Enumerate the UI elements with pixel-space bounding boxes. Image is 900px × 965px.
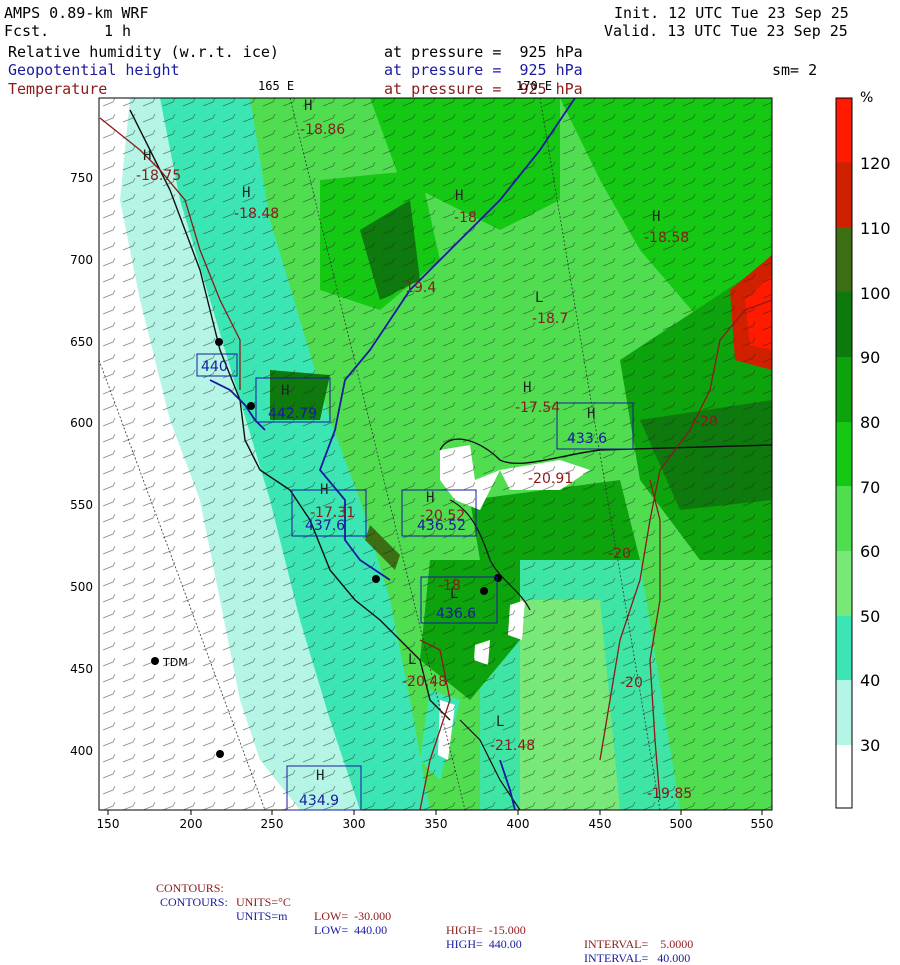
svg-text:L: L bbox=[535, 290, 543, 306]
x-tick-label: 550 bbox=[751, 817, 774, 831]
colorbar-swatch bbox=[836, 162, 852, 227]
footer-temp-high: HIGH= -15.000 bbox=[446, 923, 526, 937]
footer-height-contours-label: CONTOURS: bbox=[160, 895, 228, 909]
svg-text:H: H bbox=[320, 482, 328, 498]
colorbar-swatch bbox=[836, 680, 852, 745]
x-axis: 150 200 250 300 350 400 450 500 550 bbox=[97, 817, 774, 831]
temperature-label: -20.91 bbox=[528, 471, 573, 487]
y-tick-label: 450 bbox=[70, 662, 93, 676]
colorbar-swatch bbox=[836, 292, 852, 357]
colorbar-level: 70 bbox=[860, 478, 881, 497]
x-tick-label: 250 bbox=[261, 817, 284, 831]
svg-text:H: H bbox=[426, 490, 434, 506]
temperature-label: -21.48 bbox=[490, 738, 535, 754]
temperature-label: -19.85 bbox=[647, 786, 692, 802]
x-axis-ticks bbox=[107, 810, 763, 815]
svg-text:H: H bbox=[587, 406, 595, 422]
y-tick-label: 700 bbox=[70, 253, 93, 267]
colorbar-swatch bbox=[836, 551, 852, 616]
colorbar bbox=[835, 97, 853, 809]
y-tick-label: 550 bbox=[70, 498, 93, 512]
x-tick-label: 450 bbox=[589, 817, 612, 831]
svg-text:L: L bbox=[408, 652, 416, 668]
colorbar-swatch bbox=[836, 422, 852, 486]
temperature-label: -18.58 bbox=[644, 230, 689, 246]
temperature-label: -18.75 bbox=[136, 168, 181, 184]
footer-height-high: HIGH= 440.00 bbox=[446, 937, 522, 951]
svg-text:H: H bbox=[455, 188, 463, 204]
footer-height-low: LOW= 440.00 bbox=[314, 923, 388, 937]
temperature-label: -18 bbox=[438, 578, 461, 594]
y-axis: 750 700 650 600 550 500 450 400 bbox=[70, 171, 93, 758]
temperature-label: -18.7 bbox=[532, 311, 568, 327]
colorbar-level: 30 bbox=[860, 736, 881, 755]
map-field bbox=[99, 98, 772, 810]
y-tick-label: 600 bbox=[70, 416, 93, 430]
height-label: 437.6 bbox=[305, 518, 345, 534]
colorbar-swatch bbox=[836, 745, 852, 808]
svg-text:H: H bbox=[242, 185, 250, 201]
temperature-label: -20.48 bbox=[402, 674, 447, 690]
temperature-label: -20 bbox=[695, 414, 718, 430]
height-label: 436.6 bbox=[436, 606, 476, 622]
height-label: 440 bbox=[201, 359, 228, 375]
svg-text:H: H bbox=[652, 209, 660, 225]
y-tick-label: 400 bbox=[70, 744, 93, 758]
height-label: 433.6 bbox=[567, 431, 607, 447]
station-label-tdm: TDM bbox=[162, 656, 188, 669]
svg-text:H: H bbox=[523, 380, 531, 396]
height-label: 442.79 bbox=[268, 406, 317, 422]
temperature-label: -18.86 bbox=[300, 122, 345, 138]
colorbar-level: 90 bbox=[860, 348, 881, 367]
colorbar-swatch bbox=[836, 486, 852, 551]
colorbar-level: 100 bbox=[860, 284, 891, 303]
colorbar-swatch bbox=[836, 227, 852, 292]
colorbar-swatch bbox=[836, 357, 852, 422]
svg-text:H: H bbox=[304, 98, 312, 114]
footer-height-units: UNITS=m bbox=[236, 909, 288, 923]
colorbar-level: 80 bbox=[860, 413, 881, 432]
x-tick-label: 300 bbox=[343, 817, 366, 831]
height-label: 436.52 bbox=[417, 518, 466, 534]
x-tick-label: 350 bbox=[425, 817, 448, 831]
footer-temp-units: UNITS=°C bbox=[236, 895, 291, 909]
x-tick-label: 150 bbox=[97, 817, 120, 831]
weather-map: H H H H H L H H H H H L L L H 150 200 25… bbox=[70, 97, 853, 831]
y-tick-label: 750 bbox=[70, 171, 93, 185]
temperature-label: -18 bbox=[454, 210, 477, 226]
temperature-label: -20 bbox=[608, 546, 631, 562]
svg-text:L: L bbox=[496, 714, 504, 730]
svg-text:H: H bbox=[143, 148, 151, 164]
svg-text:H: H bbox=[316, 768, 324, 784]
colorbar-unit: % bbox=[860, 90, 874, 106]
footer-temp-interval: INTERVAL= 5.0000 bbox=[584, 937, 694, 951]
x-tick-label: 200 bbox=[180, 817, 203, 831]
colorbar-swatch bbox=[836, 98, 852, 130]
height-label: 434.9 bbox=[299, 793, 339, 809]
colorbar-level: 50 bbox=[860, 607, 881, 626]
colorbar-swatch bbox=[836, 130, 852, 162]
x-tick-label: 400 bbox=[507, 817, 530, 831]
footer-height-contours: CONTOURS: UNITS=m LOW= 440.00 HIGH= 440.… bbox=[154, 881, 690, 965]
temperature-label: -18.48 bbox=[234, 206, 279, 222]
y-tick-label: 650 bbox=[70, 335, 93, 349]
colorbar-level: 60 bbox=[860, 542, 881, 561]
temperature-label: -17.54 bbox=[515, 400, 560, 416]
svg-text:H: H bbox=[281, 383, 289, 399]
x-tick-label: 500 bbox=[670, 817, 693, 831]
footer-temp-low: LOW= -30.000 bbox=[314, 909, 392, 923]
colorbar-level: 120 bbox=[860, 154, 891, 173]
temperature-label: -19.4 bbox=[400, 280, 436, 296]
temperature-label: -20 bbox=[620, 675, 643, 691]
colorbar-level: 110 bbox=[860, 219, 891, 238]
colorbar-swatch bbox=[836, 616, 852, 680]
y-tick-label: 500 bbox=[70, 580, 93, 594]
colorbar-level: 40 bbox=[860, 671, 881, 690]
footer-height-interval: INTERVAL= 40.000 bbox=[584, 951, 691, 965]
